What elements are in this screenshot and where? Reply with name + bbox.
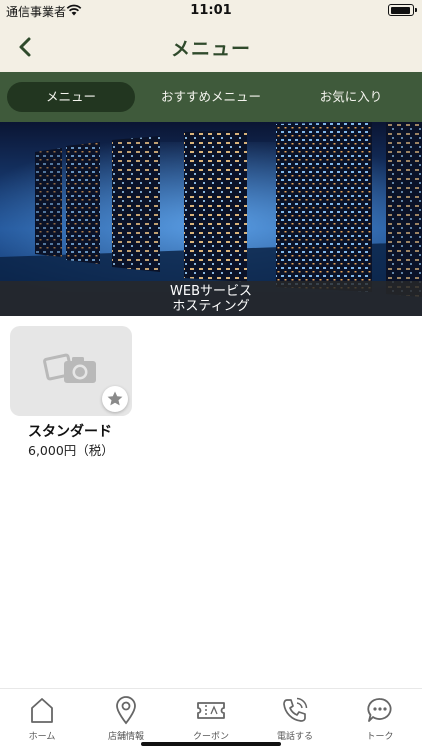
product-name: スタンダード [28, 424, 112, 440]
tab-menu[interactable]: メニュー [7, 82, 135, 112]
favorite-button[interactable] [102, 386, 128, 412]
star-icon [107, 391, 123, 406]
map-pin-icon [116, 696, 136, 725]
chat-icon [367, 698, 392, 722]
nav-home[interactable]: ホーム [12, 695, 72, 747]
status-bar: 通信事業者 11:01 [0, 0, 422, 22]
home-indicator [141, 742, 281, 746]
tab-favorites[interactable]: お気に入り [290, 82, 412, 112]
category-tabs: メニュー おすすめメニュー お気に入り [0, 72, 422, 122]
ticket-icon [197, 702, 225, 719]
nav-talk[interactable]: トーク [350, 695, 410, 747]
tab-recommended[interactable]: おすすめメニュー [141, 82, 281, 112]
battery-icon [388, 4, 417, 16]
product-price: 6,000円（税） [28, 443, 114, 458]
nav-store-info[interactable]: 店舗情報 [96, 695, 156, 747]
home-icon [31, 698, 53, 723]
bottom-tab-bar: ホーム 店舗情報 クーポン 電話する トーク [0, 688, 422, 750]
nav-coupon-label: クーポン [192, 732, 229, 742]
nav-call-label: 電話する [276, 732, 313, 742]
nav-home-label: ホーム [28, 732, 56, 742]
nav-call[interactable]: 電話する [265, 695, 325, 747]
page-title: メニュー [170, 38, 251, 60]
nav-talk-label: トーク [366, 732, 394, 742]
status-time: 11:01 [190, 3, 232, 18]
banner-caption-line1: WEBサービス [170, 284, 252, 299]
phone-icon [283, 697, 308, 722]
banner-caption-line2: ホスティング [172, 299, 250, 314]
category-banner: WEBサービス ホスティング [0, 122, 422, 316]
camera-placeholder-icon [43, 353, 96, 383]
banner-caption: WEBサービス ホスティング [0, 281, 422, 316]
nav-store-info-label: 店舗情報 [107, 732, 144, 742]
product-card[interactable]: スタンダード 6,000円（税） [10, 326, 132, 458]
nav-coupon[interactable]: クーポン [181, 695, 241, 747]
navigation-header: メニュー [0, 22, 422, 72]
product-image [10, 326, 132, 416]
